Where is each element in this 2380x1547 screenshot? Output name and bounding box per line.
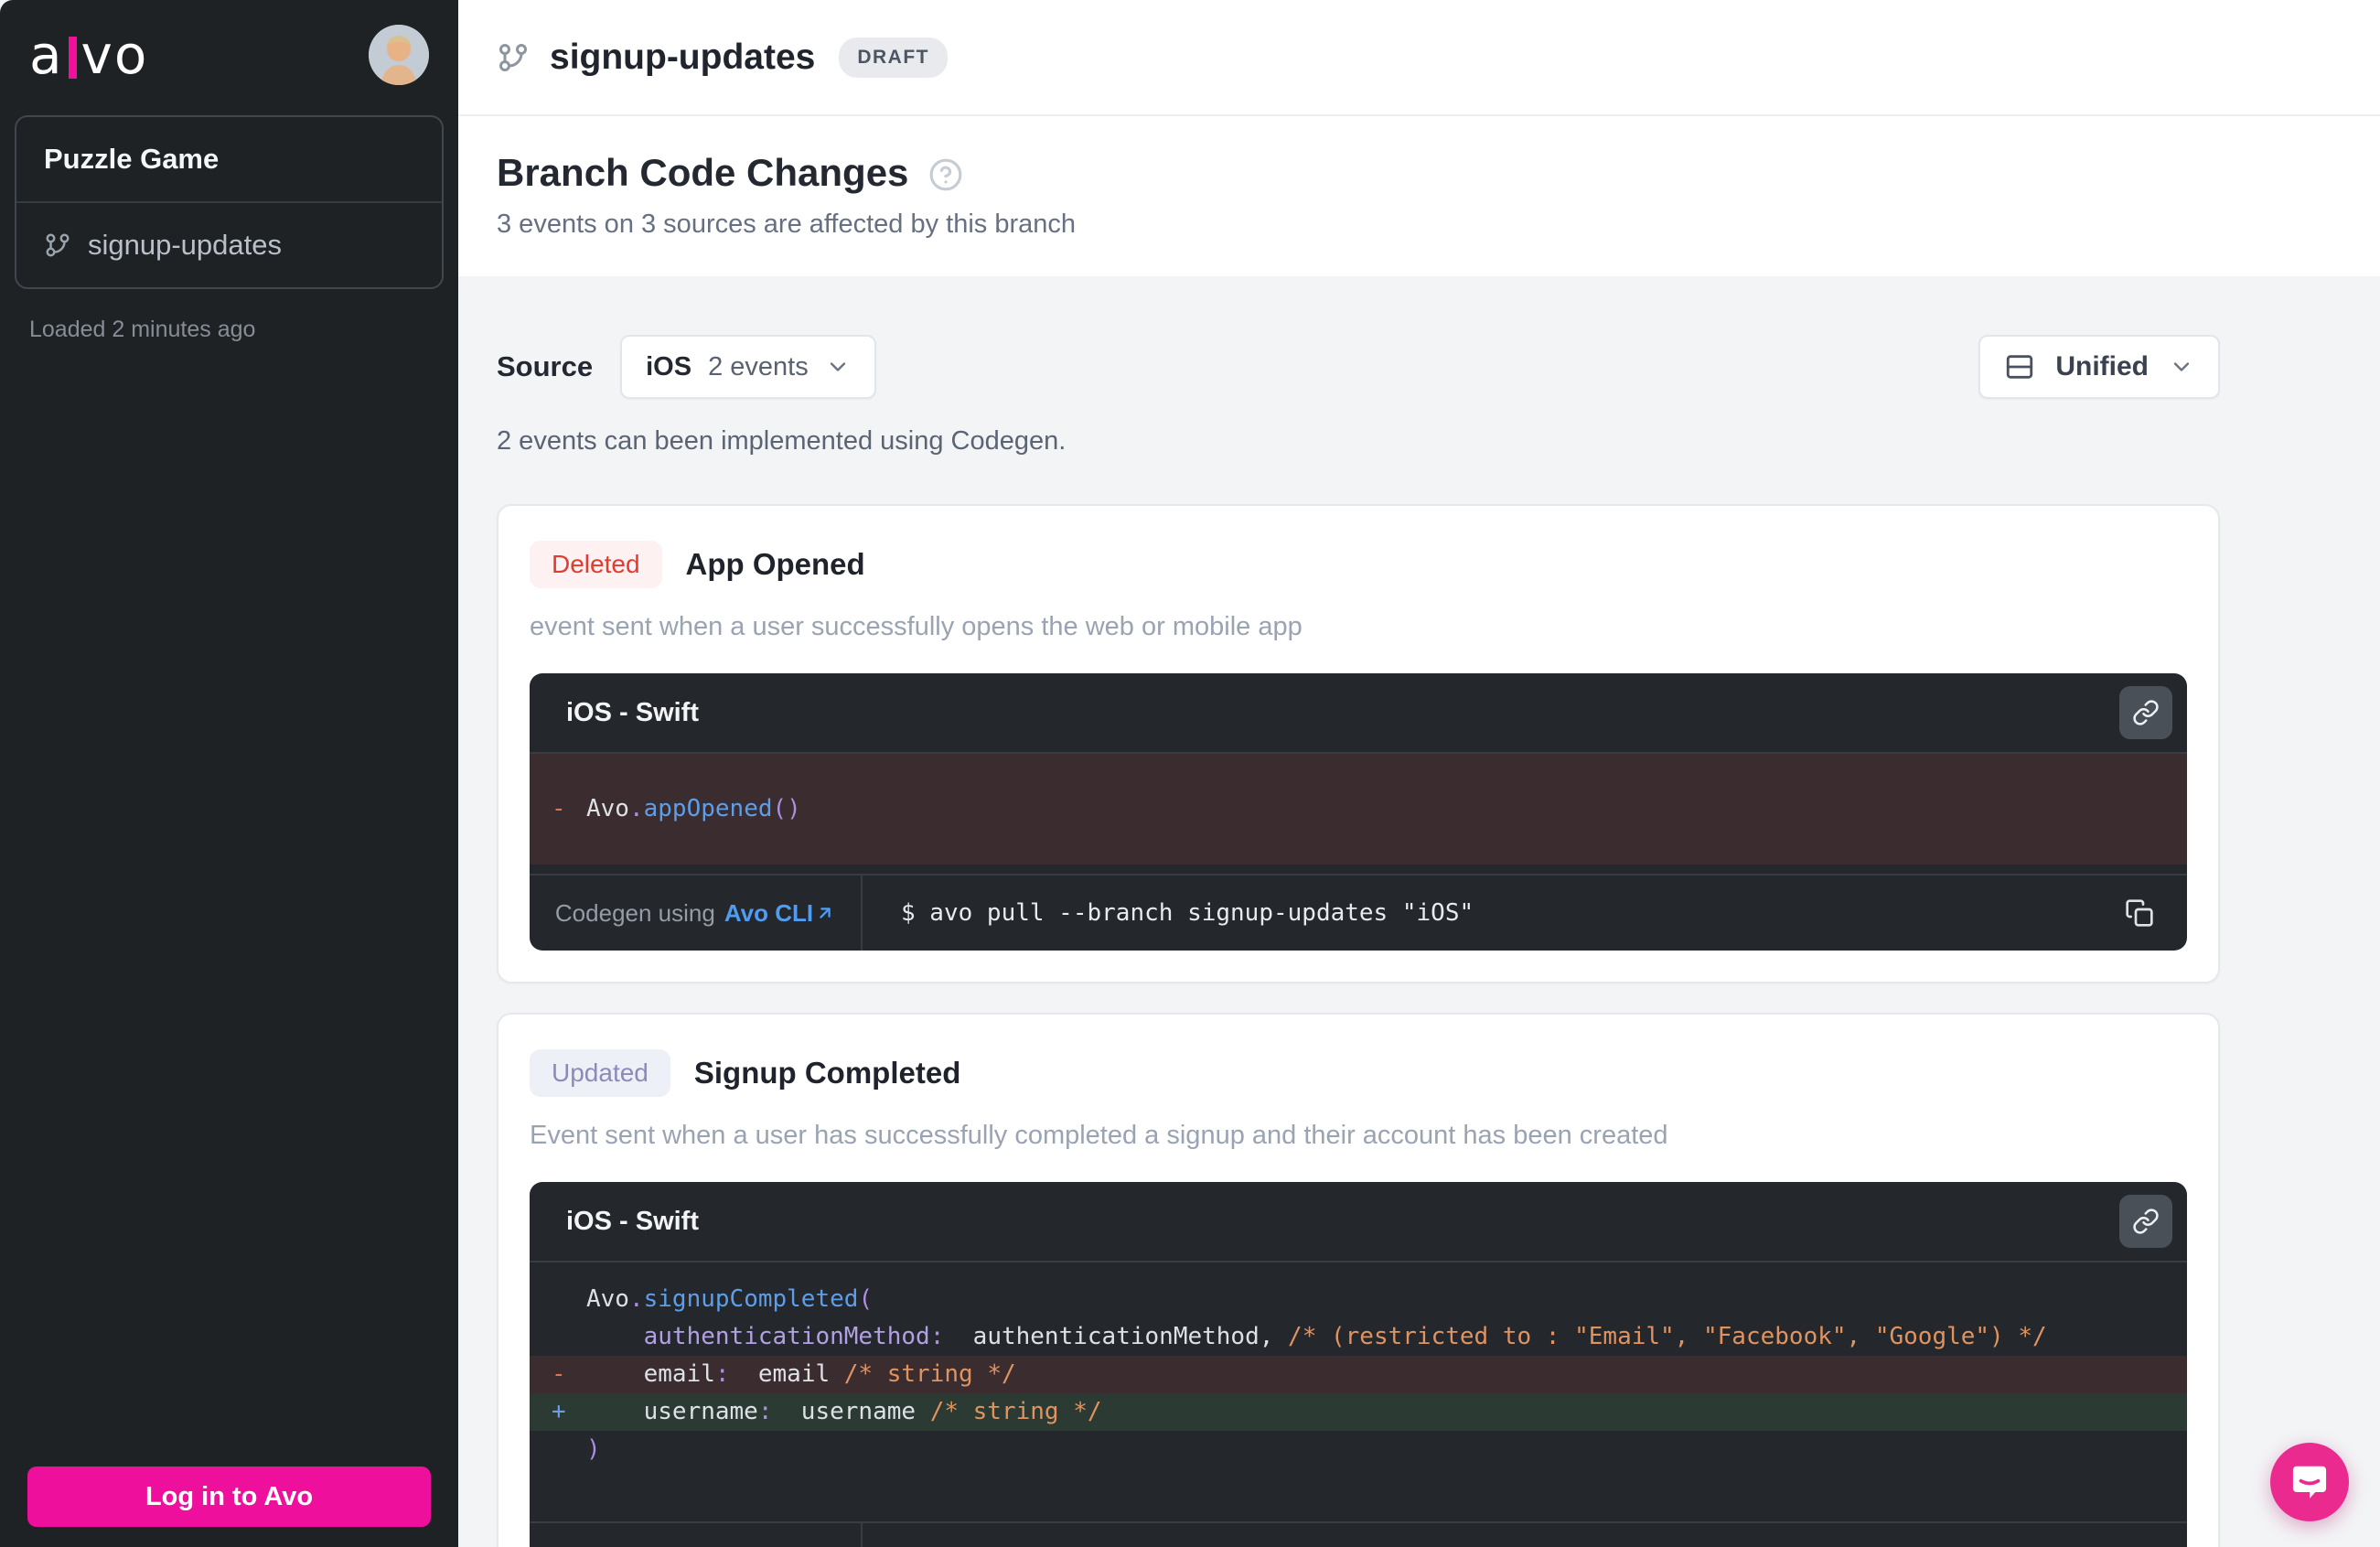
chat-launcher-button[interactable]: [2270, 1443, 2349, 1521]
event-card-app-opened: Deleted App Opened event sent when a use…: [497, 504, 2220, 983]
sidebar-branch-label: signup-updates: [88, 229, 282, 262]
code-line-del: -Avo.appOpened(): [530, 754, 2187, 865]
view-mode-select[interactable]: Unified: [1978, 335, 2220, 399]
event-description: Event sent when a user has successfully …: [530, 1121, 2187, 1151]
event-description: event sent when a user successfully open…: [530, 612, 2187, 642]
code-line-del: - email: email /* string */: [530, 1356, 2187, 1393]
event-title: App Opened: [686, 547, 865, 582]
unified-view-icon: [2004, 351, 2035, 382]
branch-title: signup-updates: [550, 38, 815, 78]
external-link-icon: [815, 903, 835, 923]
source-toolbar: Source iOS 2 events Unif: [497, 335, 2220, 399]
sidebar-item-branch[interactable]: signup-updates: [16, 203, 442, 287]
logo-letter-a: a: [29, 24, 64, 86]
codegen-label: Codegen using: [555, 899, 715, 928]
event-title: Signup Completed: [694, 1056, 961, 1090]
logo-pink-bar: [69, 37, 77, 79]
sidebar-nav: Puzzle Game signup-updates: [15, 115, 444, 289]
code-language-label: iOS - Swift: [566, 698, 699, 728]
cli-command: $ avo pull --branch signup-updates "iOS": [901, 899, 2114, 927]
chevron-down-icon: [825, 354, 851, 380]
link-icon: [2132, 1208, 2160, 1235]
code-line-plain: authenticationMethod: authenticationMeth…: [530, 1318, 2187, 1356]
logo-letters-vo: vo: [81, 24, 149, 86]
copy-command-button[interactable]: [2114, 887, 2165, 939]
code-snippet-block: iOS - Swift Avo.signupCompleted( authent…: [530, 1182, 2187, 1547]
source-select[interactable]: iOS 2 events: [620, 335, 876, 399]
avo-cli-link[interactable]: Avo CLI: [724, 899, 835, 928]
source-count: 2 events: [708, 352, 809, 382]
source-label: Source: [497, 350, 593, 383]
workspace-name: Puzzle Game: [44, 143, 219, 176]
code-diff: -Avo.appOpened(): [530, 754, 2187, 874]
avo-logo[interactable]: avo: [29, 24, 148, 86]
avatar-image: [369, 25, 429, 85]
status-badge: DRAFT: [839, 38, 948, 78]
help-icon[interactable]: [928, 157, 963, 192]
copy-link-button[interactable]: [2119, 1195, 2172, 1248]
app-window: avo Puzzle Game signup-updates: [0, 0, 2380, 1547]
code-snippet-block: iOS - Swift -Avo.appOpened() Codegen usi…: [530, 673, 2187, 951]
code-line-add: + username: username /* string */: [530, 1393, 2187, 1431]
view-mode-value: Unified: [2055, 351, 2149, 382]
code-line-plain: Avo.signupCompleted(: [530, 1281, 2187, 1318]
event-change-badge: Deleted: [530, 541, 662, 588]
code-line-plain: ): [530, 1431, 2187, 1468]
loaded-status: Loaded 2 minutes ago: [29, 317, 429, 343]
event-change-badge: Updated: [530, 1049, 670, 1097]
chevron-down-icon: [2169, 354, 2194, 380]
sidebar: avo Puzzle Game signup-updates: [0, 0, 458, 1547]
codegen-note: 2 events can been implemented using Code…: [497, 426, 2220, 457]
sidebar-item-workspace[interactable]: Puzzle Game: [16, 117, 442, 203]
branch-header: signup-updates DRAFT: [458, 0, 2380, 116]
git-branch-icon: [497, 41, 530, 74]
changes-section: Source iOS 2 events Unif: [458, 276, 2380, 1547]
code-diff: Avo.signupCompleted( authenticationMetho…: [530, 1262, 2187, 1521]
event-card-signup-completed: Updated Signup Completed Event sent when…: [497, 1013, 2220, 1547]
copy-command-button[interactable]: [2114, 1535, 2165, 1547]
main-content: signup-updates DRAFT Branch Code Changes…: [458, 0, 2380, 1547]
page-heading: Branch Code Changes: [497, 151, 908, 195]
login-button[interactable]: Log in to Avo: [27, 1466, 431, 1527]
code-language-label: iOS - Swift: [566, 1207, 699, 1237]
source-value: iOS: [646, 352, 691, 382]
heading-section: Branch Code Changes 3 events on 3 source…: [458, 116, 2380, 276]
avatar[interactable]: [369, 25, 429, 85]
copy-link-button[interactable]: [2119, 686, 2172, 739]
link-icon: [2132, 699, 2160, 726]
git-branch-icon: [44, 231, 71, 259]
avo-cli-link-label: Avo CLI: [724, 899, 813, 928]
page-subheading: 3 events on 3 sources are affected by th…: [497, 209, 2342, 240]
chat-icon: [2289, 1462, 2330, 1502]
copy-icon: [2125, 898, 2154, 928]
